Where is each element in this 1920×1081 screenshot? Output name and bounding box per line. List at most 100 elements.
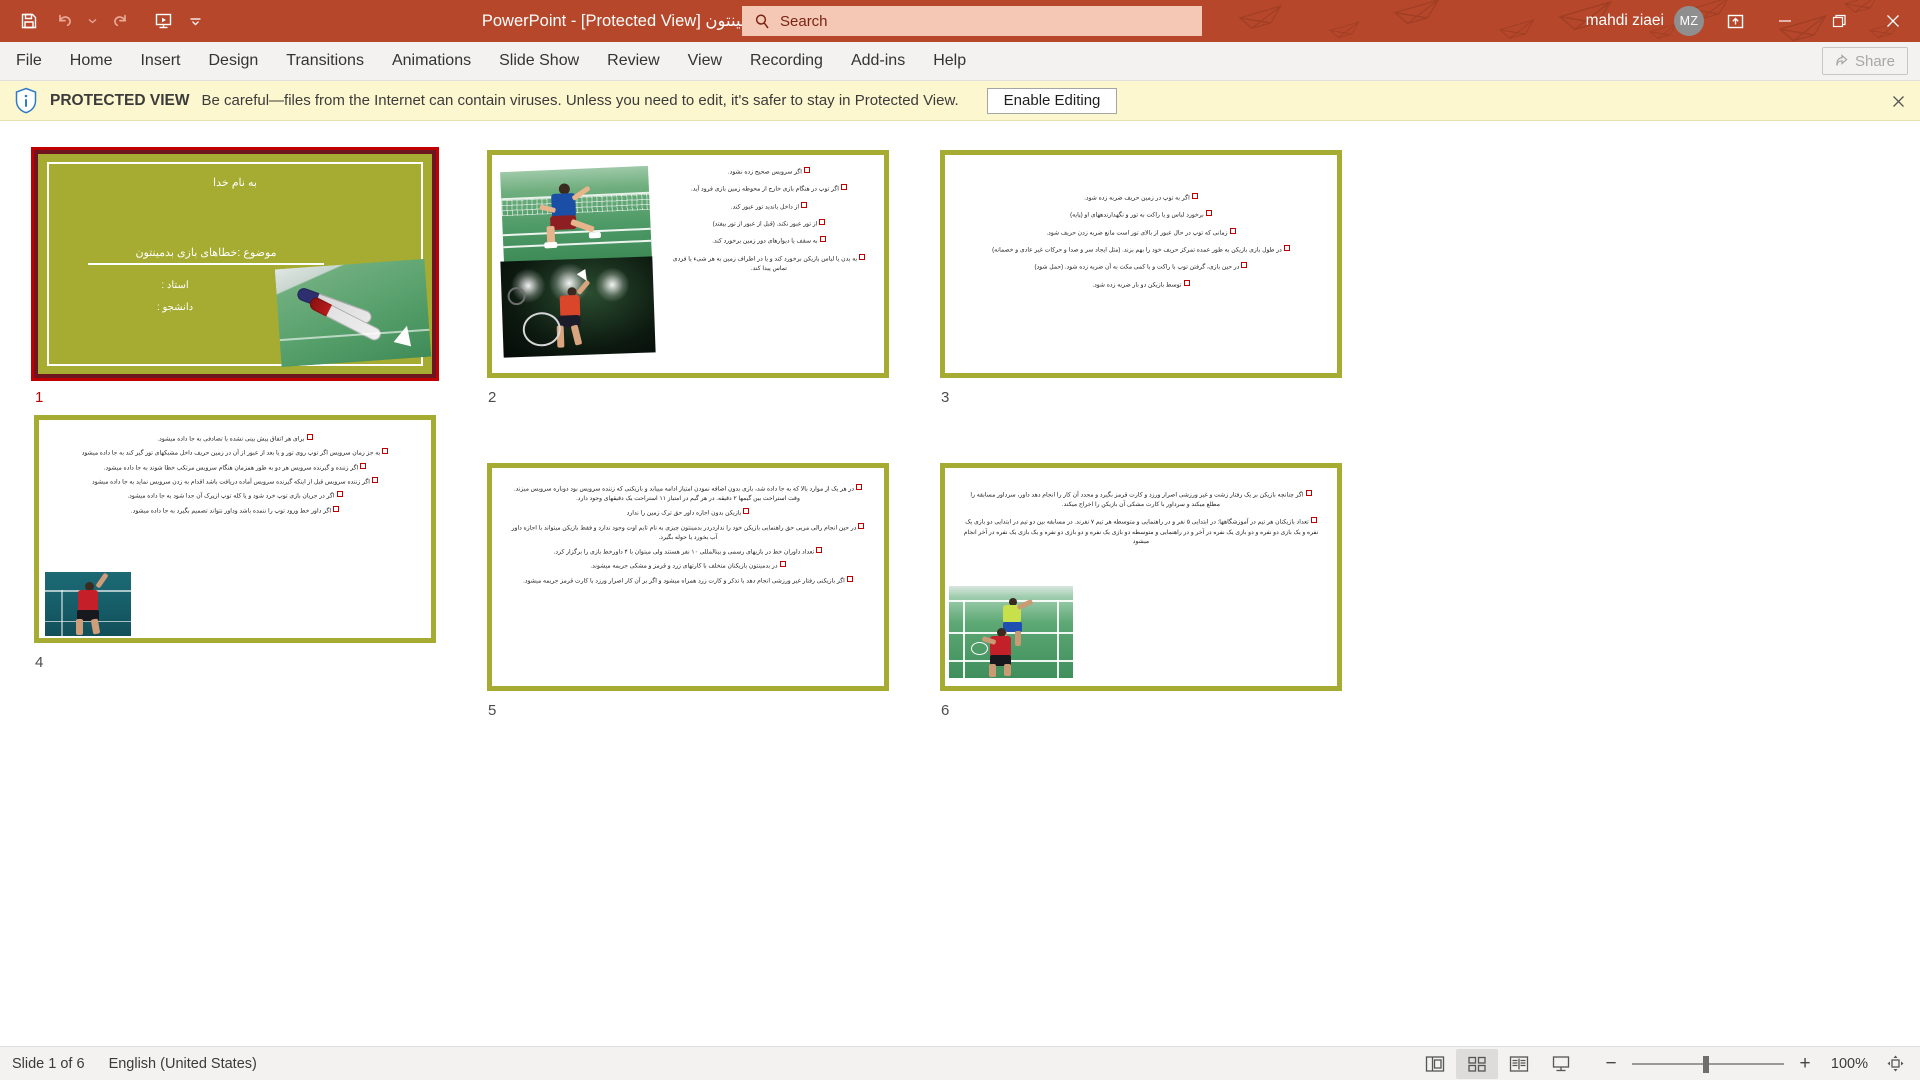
slide-number-4: 4 [26,654,479,680]
slide-surface[interactable]: اگر چنانچه بازیکن بر یک رفتار زشت و غیر … [940,463,1342,691]
court-line [949,660,1073,662]
ribbon-tab-bar: File Home Insert Design Transitions Anim… [0,42,1920,81]
player-shoe [544,242,557,249]
tab-animations[interactable]: Animations [378,42,485,80]
slide-cell: اگر به توپ در زمین حریف ضربه زده شود. بر… [932,150,1385,415]
normal-view-button[interactable] [1414,1049,1456,1079]
bullet-item: به جز زمان سرویس اگر توپ روی تور و یا بع… [57,448,413,458]
bullet-item: در بدمینتون بازیکنان متخلف با کارتهای زر… [510,561,866,571]
player-leg [76,619,83,635]
slide-thumbnail-1[interactable]: به نام خدا موضوع :خطاهای بازی بدمینتون ا… [26,150,436,386]
title-slide-background: به نام خدا موضوع :خطاهای بازی بدمینتون ا… [34,150,436,378]
slide-number-3: 3 [932,389,1385,415]
zoom-slider[interactable] [1632,1052,1784,1076]
tab-insert[interactable]: Insert [126,42,194,80]
content-slide-background: اگر سرویس صحیح زده نشود. اگر توپ در هنگا… [487,150,889,378]
bullet-item: از تور عبور نکند. (قبل از عبور از تور بی… [670,219,868,229]
content-slide-background: اگر به توپ در زمین حریف ضربه زده شود. بر… [940,150,1342,378]
slide-cell: در هر یک از موارد بالا که به جا داده شد،… [479,463,932,728]
tab-recording[interactable]: Recording [736,42,837,80]
slide5-bullet-list: در هر یک از موارد بالا که به جا داده شد،… [500,476,876,596]
slide-sorter-view-button[interactable] [1456,1049,1498,1079]
slide-sorter-canvas[interactable]: به نام خدا موضوع :خطاهای بازی بدمینتون ا… [0,121,1920,1046]
share-button[interactable]: Share [1822,47,1908,75]
slide-surface[interactable]: در هر یک از موارد بالا که به جا داده شد،… [487,463,889,691]
slide-surface[interactable]: به نام خدا موضوع :خطاهای بازی بدمینتون ا… [34,150,436,378]
zoom-out-button[interactable]: − [1600,1052,1622,1076]
tab-transitions[interactable]: Transitions [272,42,378,80]
zoom-slider-thumb[interactable] [1703,1056,1709,1073]
player-leg [571,325,583,346]
slide-cell: برای هر اتفاق پیش بینی نشده یا تصادفی به… [26,415,479,728]
slide1-topic: موضوع :خطاهای بازی بدمینتون [88,246,324,265]
bullet-item: بازیکن بدون اجازه داور حق ترک زمین را ند… [510,508,866,518]
restore-button[interactable] [1812,0,1866,42]
close-button[interactable] [1866,0,1920,42]
slide-number-1: 1 [26,389,479,415]
slide-cell: به نام خدا موضوع :خطاهای بازی بدمینتون ا… [26,150,479,415]
slide-surface[interactable]: اگر سرویس صحیح زده نشود. اگر توپ در هنگا… [487,150,889,378]
enable-editing-button[interactable]: Enable Editing [987,88,1118,114]
tab-slide-show[interactable]: Slide Show [485,42,593,80]
zoom-in-button[interactable]: + [1794,1052,1816,1076]
tab-view[interactable]: View [674,42,736,80]
slide-cell: اگر چنانچه بازیکن بر یک رفتار زشت و غیر … [932,463,1385,728]
player-torso [78,590,98,612]
slide-thumbnail-2[interactable]: اگر سرویس صحیح زده نشود. اگر توپ در هنگا… [479,150,889,386]
slide-thumbnail-3[interactable]: اگر به توپ در زمین حریف ضربه زده شود. بر… [932,150,1342,386]
search-placeholder: Search [780,13,828,30]
search-box[interactable]: Search [742,6,1202,36]
language-indicator[interactable]: English (United States) [97,1047,269,1081]
bullet-item: در هر یک از موارد بالا که به جا داده شد،… [510,484,866,504]
status-bar: Slide 1 of 6 English (United States) [0,1046,1920,1080]
status-bar-right: − + 100% [1414,1049,1920,1079]
slide-content-area: در هر یک از موارد بالا که به جا داده شد،… [492,468,884,686]
start-presentation-icon[interactable] [146,5,180,37]
slide-thumbnail-6[interactable]: اگر چنانچه بازیکن بر یک رفتار زشت و غیر … [932,463,1342,699]
court-line [949,632,1073,634]
undo-icon[interactable] [48,5,82,37]
court-line [963,600,965,678]
redo-icon[interactable] [102,5,136,37]
slide-number-6: 6 [932,702,1385,728]
racket-head [522,312,561,347]
fit-to-window-button[interactable] [1878,1049,1912,1079]
title-bar-right: mahdi ziaei MZ [1572,0,1920,42]
bullet-item: اگر سرویس صحیح زده نشود. [670,167,868,177]
court-line [503,228,651,236]
bullet-item: اگر توپ در هنگام بازی خارج از محوطه زمین… [670,184,868,194]
tab-help[interactable]: Help [919,42,980,80]
customize-qat-icon[interactable] [182,5,208,37]
tab-add-ins[interactable]: Add-ins [837,42,919,80]
slide-thumbnail-5[interactable]: در هر یک از موارد بالا که به جا داده شد،… [479,463,889,699]
player-leg [1004,664,1011,676]
photo-player-arena-night [500,256,655,357]
bullet-item: در حین انجام رالی مربی حق راهنمایی بازیک… [510,523,866,543]
slide-surface[interactable]: اگر به توپ در زمین حریف ضربه زده شود. بر… [940,150,1342,378]
slide-surface[interactable]: برای هر اتفاق پیش بینی نشده یا تصادفی به… [34,415,436,643]
zoom-control[interactable]: − + 100% [1600,1052,1874,1076]
share-icon [1835,54,1849,68]
tab-review[interactable]: Review [593,42,673,80]
slide-show-view-button[interactable] [1540,1049,1582,1079]
close-icon[interactable] [1888,91,1908,111]
tab-design[interactable]: Design [194,42,272,80]
slide-counter[interactable]: Slide 1 of 6 [0,1047,97,1081]
share-label: Share [1855,53,1895,70]
protected-view-bar: PROTECTED VIEW Be careful—files from the… [0,81,1920,121]
tab-file[interactable]: File [0,42,56,80]
slide1-student: دانشجو : [38,302,312,313]
slide-thumbnail-4[interactable]: برای هر اتفاق پیش بینی نشده یا تصادفی به… [26,415,436,651]
bullet-item: اگر به توپ در زمین حریف ضربه زده شود. [963,193,1319,203]
avatar: MZ [1674,6,1704,36]
minimize-button[interactable] [1758,0,1812,42]
zoom-level-label[interactable]: 100% [1826,1056,1874,1072]
account-name: mahdi ziaei [1586,12,1664,30]
account-button[interactable]: mahdi ziaei MZ [1572,4,1712,38]
court-line [503,240,651,248]
save-icon[interactable] [12,5,46,37]
tab-home[interactable]: Home [56,42,127,80]
reading-view-button[interactable] [1498,1049,1540,1079]
undo-dropdown-icon[interactable] [84,5,100,37]
ribbon-display-options-icon[interactable] [1712,0,1758,42]
